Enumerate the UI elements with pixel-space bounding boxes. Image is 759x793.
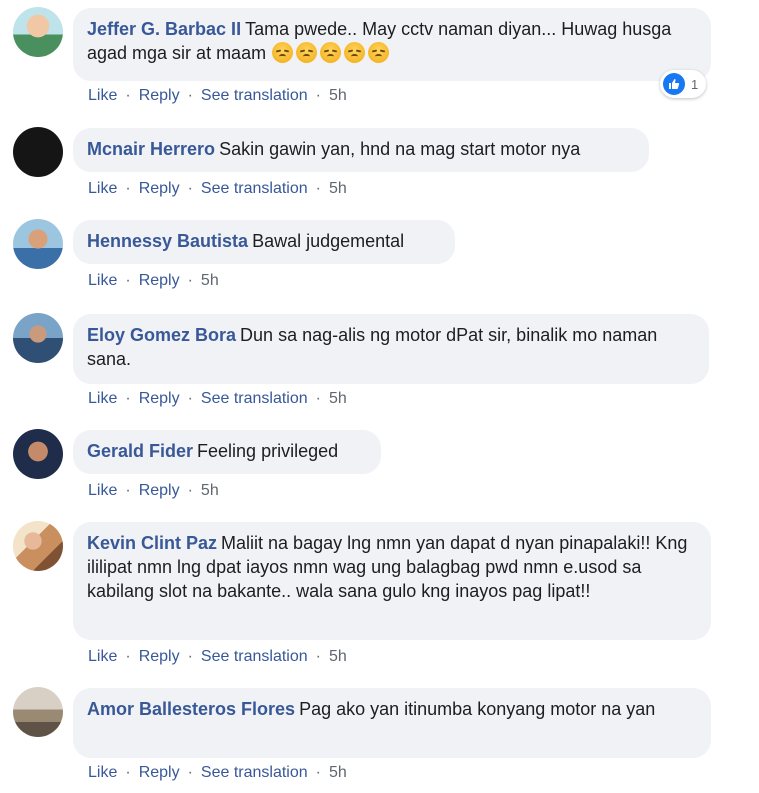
avatar[interactable] bbox=[13, 127, 63, 177]
comment-author[interactable]: Mcnair Herrero bbox=[87, 139, 215, 159]
comment-actions: Like · Reply · See translation · 5h bbox=[88, 390, 347, 408]
reply-button[interactable]: Reply bbox=[139, 764, 180, 782]
comment-text: Sakin gawin yan, hnd na mag start motor … bbox=[219, 139, 581, 159]
comment-author[interactable]: Amor Ballesteros Flores bbox=[87, 699, 295, 719]
like-button[interactable]: Like bbox=[88, 764, 117, 782]
avatar[interactable] bbox=[13, 687, 63, 737]
comment-actions: Like · Reply · 5h bbox=[88, 482, 219, 500]
thumbs-up-icon bbox=[663, 73, 685, 95]
comment-timestamp[interactable]: 5h bbox=[201, 272, 219, 290]
see-translation-link[interactable]: See translation bbox=[201, 390, 308, 408]
reply-button[interactable]: Reply bbox=[139, 390, 180, 408]
reply-button[interactable]: Reply bbox=[139, 180, 180, 198]
comment-timestamp[interactable]: 5h bbox=[329, 180, 347, 198]
see-translation-link[interactable]: See translation bbox=[201, 87, 308, 105]
reaction-count-label: 1 bbox=[691, 76, 699, 92]
comment-actions: Like · Reply · See translation · 5h bbox=[88, 648, 347, 666]
avatar[interactable] bbox=[13, 521, 63, 571]
disappointed-emoji-icon bbox=[296, 42, 318, 63]
see-translation-link[interactable]: See translation bbox=[201, 764, 308, 782]
comment-timestamp[interactable]: 5h bbox=[201, 482, 219, 500]
like-button[interactable]: Like bbox=[88, 648, 117, 666]
disappointed-emoji-icon bbox=[368, 42, 390, 63]
comment-bubble: Jeffer G. Barbac II Tama pwede.. May cctv… bbox=[73, 8, 711, 81]
comment-actions: Like · Reply · See translation · 5h bbox=[88, 87, 347, 105]
like-button[interactable]: Like bbox=[88, 390, 117, 408]
comment-text: Feeling privileged bbox=[197, 441, 339, 461]
comment-actions: Like · Reply · See translation · 5h bbox=[88, 180, 347, 198]
like-button[interactable]: Like bbox=[88, 482, 117, 500]
avatar[interactable] bbox=[13, 219, 63, 269]
comment-actions: Like · Reply · See translation · 5h bbox=[88, 764, 347, 782]
comment-bubble: Kevin Clint Paz Maliit na bagay lng nmn y… bbox=[73, 522, 711, 640]
comment-author[interactable]: Hennessy Bautista bbox=[87, 231, 248, 251]
reaction-count[interactable]: 1 bbox=[660, 70, 707, 98]
reply-button[interactable]: Reply bbox=[139, 482, 180, 500]
comment-bubble: Hennessy Bautista Bawal judgemental bbox=[73, 220, 455, 264]
comment-timestamp[interactable]: 5h bbox=[329, 87, 347, 105]
reply-button[interactable]: Reply bbox=[139, 87, 180, 105]
comment-text: Pag ako yan itinumba konyang motor na ya… bbox=[299, 699, 656, 719]
comment-author[interactable]: Kevin Clint Paz bbox=[87, 533, 217, 553]
avatar[interactable] bbox=[13, 429, 63, 479]
like-button[interactable]: Like bbox=[88, 272, 117, 290]
comment-bubble: Amor Ballesteros Flores Pag ako yan itinu… bbox=[73, 688, 711, 758]
like-button[interactable]: Like bbox=[88, 180, 117, 198]
comment-timestamp[interactable]: 5h bbox=[329, 648, 347, 666]
comment-text: Bawal judgemental bbox=[252, 231, 405, 251]
disappointed-emoji-icon bbox=[272, 42, 294, 63]
avatar[interactable] bbox=[13, 7, 63, 57]
like-button[interactable]: Like bbox=[88, 87, 117, 105]
comment-bubble: Eloy Gomez Bora Dun sa nag-alis ng motor … bbox=[73, 314, 709, 384]
see-translation-link[interactable]: See translation bbox=[201, 180, 308, 198]
avatar[interactable] bbox=[13, 313, 63, 363]
comment-timestamp[interactable]: 5h bbox=[329, 390, 347, 408]
comment-bubble: Mcnair Herrero Sakin gawin yan, hnd na ma… bbox=[73, 128, 649, 172]
comment-author[interactable]: Jeffer G. Barbac II bbox=[87, 19, 241, 39]
emoji-group bbox=[272, 42, 392, 63]
comment-author[interactable]: Eloy Gomez Bora bbox=[87, 325, 236, 345]
comment-bubble: Gerald Fider Feeling privileged bbox=[73, 430, 381, 474]
comment-timestamp[interactable]: 5h bbox=[329, 764, 347, 782]
reply-button[interactable]: Reply bbox=[139, 272, 180, 290]
reply-button[interactable]: Reply bbox=[139, 648, 180, 666]
disappointed-emoji-icon bbox=[344, 42, 366, 63]
comment-author[interactable]: Gerald Fider bbox=[87, 441, 193, 461]
disappointed-emoji-icon bbox=[320, 42, 342, 63]
comment-actions: Like · Reply · 5h bbox=[88, 272, 219, 290]
see-translation-link[interactable]: See translation bbox=[201, 648, 308, 666]
